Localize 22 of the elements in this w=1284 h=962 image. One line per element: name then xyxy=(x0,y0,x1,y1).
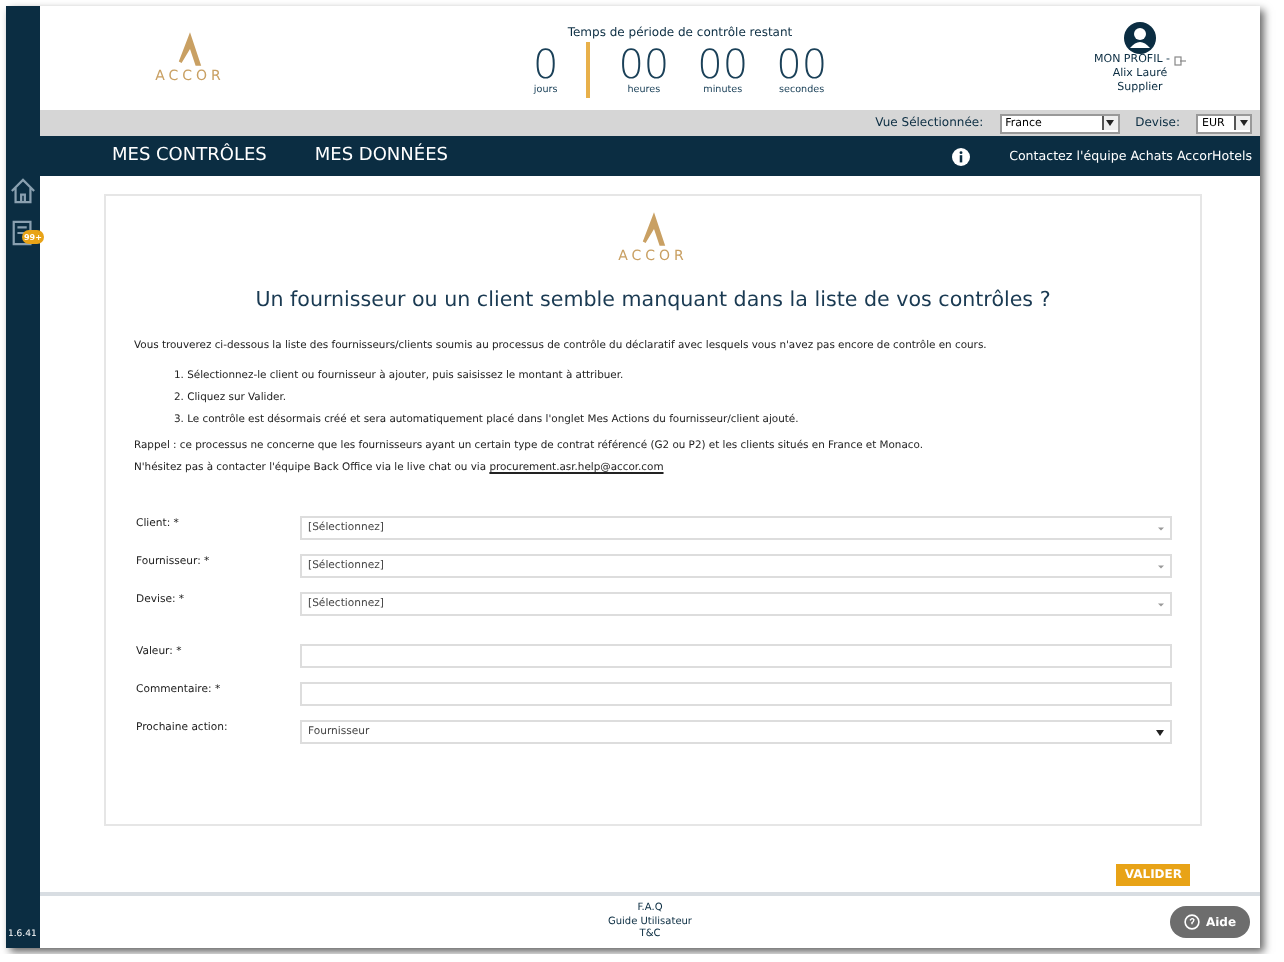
countdown-number: 0 xyxy=(532,42,559,86)
caret-icon xyxy=(1156,728,1164,736)
help-icon xyxy=(1183,914,1200,930)
nav-tab[interactable]: MES CONTRÔLES xyxy=(112,146,267,166)
logout-icon[interactable] xyxy=(1174,55,1186,65)
caret-icon xyxy=(1101,116,1118,130)
card-title: Un fournisseur ou un client semble manquant dans la liste de vos contrôles ? xyxy=(253,288,1053,312)
logo-icon xyxy=(176,32,204,66)
countdown-number: 00 xyxy=(618,42,670,86)
countdown-number: 00 xyxy=(697,42,749,86)
home-icon[interactable] xyxy=(10,178,36,204)
input-field[interactable] xyxy=(300,644,1172,668)
countdown-number: 00 xyxy=(776,42,828,86)
logo-icon xyxy=(639,212,667,246)
caret-icon xyxy=(1158,563,1164,569)
avatar-icon[interactable] xyxy=(1124,21,1156,53)
input-field[interactable] xyxy=(300,682,1172,706)
caret-icon xyxy=(1158,601,1164,607)
info-icon[interactable] xyxy=(951,147,970,165)
nav-tab[interactable]: MES DONNÉES xyxy=(314,146,448,166)
caret-icon xyxy=(1234,116,1250,130)
caret-icon xyxy=(1158,525,1164,531)
